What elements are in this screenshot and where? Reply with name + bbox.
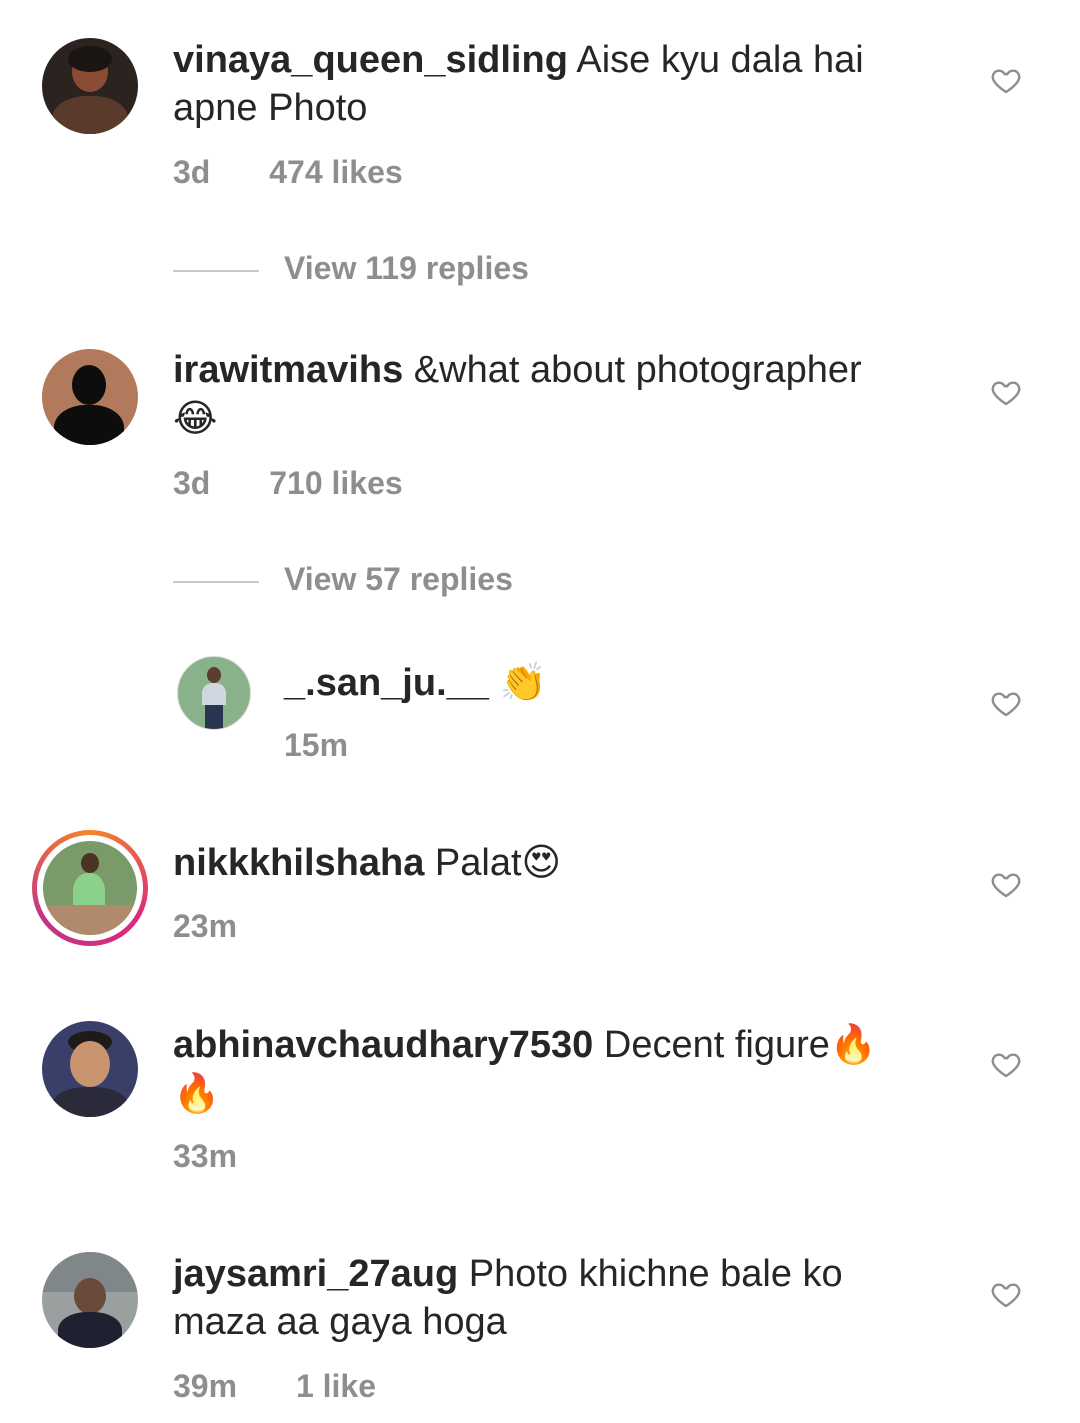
comment-text: nikkkhilshaha Palat😍	[173, 838, 933, 887]
comment-time: 33m	[173, 1138, 238, 1174]
comment-meta: 23m	[173, 908, 287, 945]
comment-username[interactable]: nikkkhilshaha	[173, 842, 424, 884]
comment-meta: 33m	[173, 1138, 287, 1175]
comment-meta: 39m 1 like	[173, 1368, 426, 1405]
reply-meta: 15m	[284, 727, 398, 764]
comment-body: Decent figure	[603, 1024, 830, 1066]
reply-time: 15m	[284, 727, 349, 763]
comment-body: Palat	[434, 842, 522, 884]
avatar[interactable]	[42, 349, 138, 445]
view-replies-label: View 119 replies	[284, 250, 529, 286]
heart-outline-icon[interactable]	[990, 64, 1022, 96]
heart-outline-icon[interactable]	[990, 1278, 1022, 1310]
comment-likes[interactable]: 474 likes	[269, 154, 402, 190]
reply-text: _.san_ju.__ 👏	[284, 658, 1044, 707]
comment-emoji: 😂	[173, 396, 218, 440]
heart-outline-icon[interactable]	[990, 376, 1022, 408]
comment-likes[interactable]: 1 like	[296, 1368, 376, 1404]
reply-username[interactable]: _.san_ju.__	[284, 662, 489, 704]
replies-divider	[173, 270, 259, 272]
comment-time: 3d	[173, 465, 211, 501]
heart-outline-icon[interactable]	[990, 1048, 1022, 1080]
reply-emoji: 👏	[499, 660, 547, 704]
avatar[interactable]	[42, 1252, 138, 1348]
comment-likes[interactable]: 710 likes	[269, 465, 402, 501]
view-replies-button[interactable]: View 57 replies	[173, 561, 873, 601]
view-replies-label: View 57 replies	[284, 561, 513, 597]
comment-text: jaysamri_27aug Photo khichne bale ko maz…	[173, 1250, 933, 1346]
comment-body: &what about photographer	[413, 349, 862, 391]
replies-divider	[173, 581, 259, 583]
avatar[interactable]	[177, 656, 251, 730]
comment-time: 23m	[173, 908, 238, 944]
comment-username[interactable]: irawitmavihs	[173, 349, 403, 391]
comment-text: irawitmavihs &what about photographer 😂	[173, 346, 933, 443]
avatar-story-ring[interactable]	[32, 830, 148, 946]
heart-outline-icon[interactable]	[990, 687, 1022, 719]
view-replies-button[interactable]: View 119 replies	[173, 250, 873, 290]
comment-emoji: 🔥	[829, 1022, 878, 1066]
comment-emoji: 😍	[521, 840, 562, 884]
heart-outline-icon[interactable]	[990, 868, 1022, 900]
avatar[interactable]	[42, 1021, 138, 1117]
comment-meta: 3d 474 likes	[173, 154, 453, 191]
comment-username[interactable]: jaysamri_27aug	[173, 1253, 458, 1295]
comment-username[interactable]: abhinavchaudhary7530	[173, 1024, 593, 1066]
comment-emoji: 🔥	[173, 1071, 221, 1115]
comment-username[interactable]: vinaya_queen_sidling	[173, 39, 568, 81]
comment-meta: 3d 710 likes	[173, 465, 453, 502]
comment-time: 3d	[173, 154, 211, 190]
comment-text: vinaya_queen_sidling Aise kyu dala hai a…	[173, 36, 933, 132]
comment-text: abhinavchaudhary7530 Decent figure🔥 🔥	[173, 1020, 933, 1118]
avatar[interactable]	[42, 38, 138, 134]
comment-time: 39m	[173, 1368, 238, 1404]
